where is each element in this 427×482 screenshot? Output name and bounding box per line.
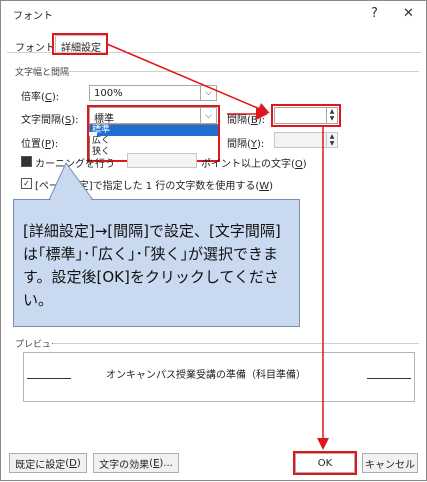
font-dialog: フォント ? ✕ フォント 詳細設定 文字幅と間隔 倍率(C): 100% ⌵ … — [0, 0, 427, 481]
advanced-tab-highlight-box — [52, 33, 108, 55]
annotation-arrows-svg — [52, 33, 329, 450]
arrow-to-spacing-amount — [106, 43, 270, 115]
